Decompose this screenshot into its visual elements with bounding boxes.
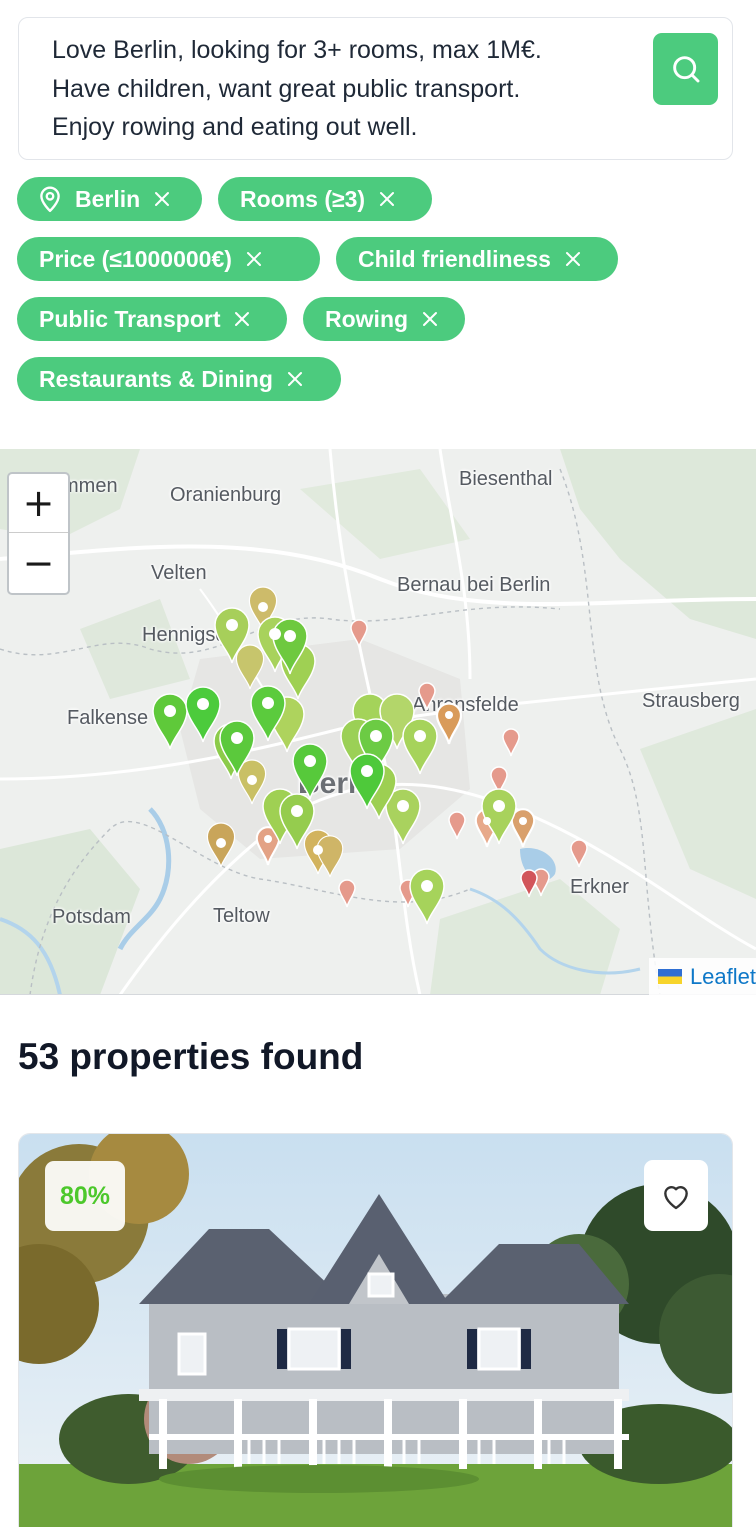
- filter-chip-rooms[interactable]: Rooms (≥3): [218, 177, 432, 221]
- property-marker[interactable]: [235, 644, 265, 690]
- close-icon[interactable]: [234, 311, 250, 327]
- property-marker[interactable]: [338, 879, 356, 908]
- zoom-out-button[interactable]: −: [9, 533, 68, 592]
- property-marker[interactable]: [510, 808, 536, 849]
- leaflet-link[interactable]: Leaflet: [690, 964, 756, 990]
- search-icon: [672, 56, 699, 83]
- property-marker[interactable]: [502, 728, 520, 757]
- property-marker[interactable]: [435, 702, 463, 746]
- filter-chip-child-friendliness[interactable]: Child friendliness: [336, 237, 618, 281]
- close-icon[interactable]: [287, 371, 303, 387]
- close-icon[interactable]: [154, 191, 170, 207]
- property-marker[interactable]: [418, 682, 436, 711]
- map-markers: [152, 586, 588, 925]
- property-marker[interactable]: [316, 835, 344, 878]
- filter-chip-location[interactable]: Berlin: [17, 177, 202, 221]
- map-pin-icon: [37, 185, 63, 213]
- filter-chip-public-transport[interactable]: Public Transport: [17, 297, 287, 341]
- heart-icon: [664, 1185, 688, 1209]
- property-map[interactable]: mmen Oranienburg Biesenthal Velten Berna…: [0, 449, 756, 995]
- property-marker[interactable]: [570, 839, 588, 868]
- property-marker[interactable]: [402, 718, 438, 775]
- property-card[interactable]: 80%: [18, 1133, 733, 1527]
- close-icon[interactable]: [246, 251, 262, 267]
- filter-chip-label: Rowing: [325, 305, 409, 332]
- search-query-text[interactable]: Love Berlin, looking for 3+ rooms, max 1…: [52, 31, 632, 147]
- property-marker[interactable]: [409, 868, 445, 925]
- property-marker[interactable]: [520, 869, 538, 898]
- match-score-badge: 80%: [45, 1161, 125, 1231]
- property-marker[interactable]: [292, 743, 328, 800]
- ukraine-flag-icon: [657, 969, 682, 984]
- property-marker[interactable]: [350, 619, 368, 648]
- search-box[interactable]: Love Berlin, looking for 3+ rooms, max 1…: [18, 17, 733, 160]
- close-icon[interactable]: [565, 251, 581, 267]
- close-icon[interactable]: [422, 311, 438, 327]
- close-icon[interactable]: [379, 191, 395, 207]
- filter-chip-rowing[interactable]: Rowing: [303, 297, 465, 341]
- filter-chip-price[interactable]: Price (≤1000000€): [17, 237, 320, 281]
- property-photo: [19, 1134, 732, 1527]
- map-zoom-control: + −: [7, 472, 70, 595]
- property-marker[interactable]: [448, 811, 466, 840]
- filter-chip-label: Restaurants & Dining: [39, 365, 273, 392]
- favorite-button[interactable]: [644, 1160, 708, 1231]
- filter-chip-label: Berlin: [75, 185, 141, 212]
- zoom-in-button[interactable]: +: [9, 474, 68, 533]
- map-attribution: Leaflet: [648, 958, 756, 995]
- filter-chip-label: Child friendliness: [358, 245, 551, 272]
- property-marker[interactable]: [152, 693, 188, 750]
- filter-chip-label: Rooms (≥3): [240, 185, 366, 212]
- results-count-heading: 53 properties found: [18, 1036, 364, 1077]
- filter-chip-label: Price (≤1000000€): [39, 245, 232, 272]
- filter-chips: Berlin Rooms (≥3) Price (≤1000000€) Chil…: [17, 177, 737, 417]
- filter-chip-restaurants-dining[interactable]: Restaurants & Dining: [17, 357, 341, 401]
- filter-chip-label: Public Transport: [39, 305, 221, 332]
- search-button[interactable]: [653, 33, 718, 105]
